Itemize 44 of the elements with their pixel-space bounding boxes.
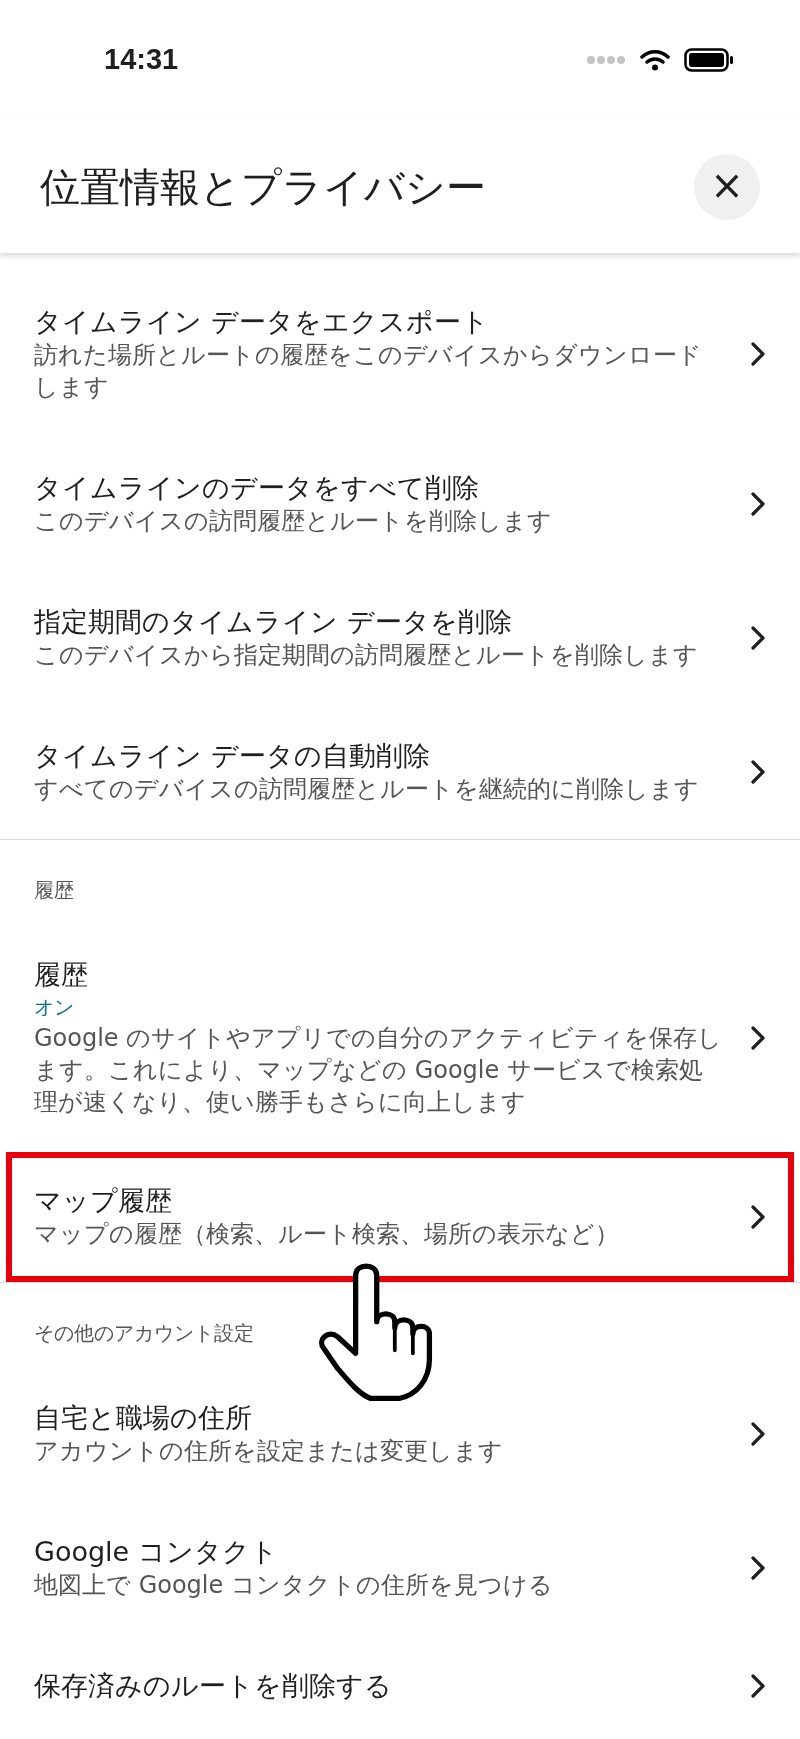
- row-description: マップの履歴（検索、ルート検索、場所の表示など）: [34, 1219, 620, 1250]
- row-title: タイムラインのデータをすべて削除: [34, 471, 480, 505]
- row-description: アカウントの住所を設定または変更します: [34, 1436, 504, 1467]
- wifi-icon: [640, 49, 670, 71]
- row-title: 指定期間のタイムライン データを削除: [34, 605, 513, 639]
- row-description: このデバイスの訪問履歴とルートを削除します: [34, 506, 553, 537]
- chevron-right-icon: [750, 341, 766, 367]
- row-title: マップ履歴: [34, 1184, 173, 1218]
- row-title: Google コンタクト: [34, 1535, 279, 1569]
- settings-row[interactable]: 履歴 オン Google のサイトやアプリでの自分のアクティビティを保存します。これにより、マップなどの Google サービスで検索処理が速くなり、使い勝手もさらに向上します: [0, 924, 800, 1152]
- row-description: Google のサイトやアプリでの自分のアクティビティを保存します。これにより、マップなどの Google サービスで検索処理が速くなり、使い勝手もさらに向上します: [34, 1023, 724, 1118]
- status-text: オン: [34, 994, 75, 1021]
- chevron-right-icon: [750, 625, 766, 651]
- signal-icon: [586, 55, 626, 65]
- highlighted-settings-row[interactable]: マップ履歴 マップの履歴（検索、ルート検索、場所の表示など）: [6, 1152, 794, 1282]
- chevron-right-icon: [750, 491, 766, 517]
- battery-icon: [684, 48, 734, 72]
- settings-row[interactable]: タイムライン データをエクスポート 訪れた場所とルートの履歴をこのデバイスからダウンロードします: [0, 271, 800, 437]
- settings-row[interactable]: タイムライン データの自動削除 すべてのデバイスの訪問履歴とルートを継続的に削除します: [0, 705, 800, 839]
- row-title: タイムライン データの自動削除: [34, 739, 431, 773]
- row-title: 履歴: [34, 958, 89, 992]
- row-description: 地図上で Google コンタクトの住所を見つける: [34, 1570, 554, 1601]
- row-description: このデバイスから指定期間の訪問履歴とルートを削除します: [34, 640, 699, 671]
- close-button[interactable]: ×: [694, 153, 760, 220]
- settings-row[interactable]: 自宅と職場の住所 アカウントの住所を設定または変更します: [0, 1367, 800, 1501]
- page-title: 位置情報とプライバシー: [40, 162, 486, 212]
- chevron-right-icon: [750, 1673, 766, 1699]
- row-description: 訪れた場所とルートの履歴をこのデバイスからダウンロードします: [34, 340, 703, 403]
- chevron-right-icon: [750, 1204, 766, 1230]
- row-title: 保存済みのルートを削除する: [34, 1669, 393, 1703]
- settings-row[interactable]: タイムラインのデータをすべて削除 このデバイスの訪問履歴とルートを削除します: [0, 437, 800, 571]
- chevron-right-icon: [750, 1555, 766, 1581]
- section-heading: その他のアカウント設定: [34, 1321, 254, 1345]
- row-description: すべてのデバイスの訪問履歴とルートを継続的に削除します: [34, 774, 700, 805]
- row-title: 自宅と職場の住所: [34, 1401, 253, 1435]
- settings-row[interactable]: Google コンタクト 地図上で Google コンタクトの住所を見つける: [0, 1501, 800, 1635]
- settings-row[interactable]: 指定期間のタイムライン データを削除 このデバイスから指定期間の訪問履歴とルートを削除します: [0, 571, 800, 705]
- status-time: 14:31: [104, 42, 179, 78]
- chevron-right-icon: [750, 759, 766, 785]
- settings-row[interactable]: 保存済みのルートを削除する: [0, 1635, 800, 1737]
- chevron-right-icon: [750, 1025, 766, 1051]
- chevron-right-icon: [750, 1421, 766, 1447]
- row-title: タイムライン データをエクスポート: [34, 305, 490, 339]
- section-heading: 履歴: [34, 878, 74, 902]
